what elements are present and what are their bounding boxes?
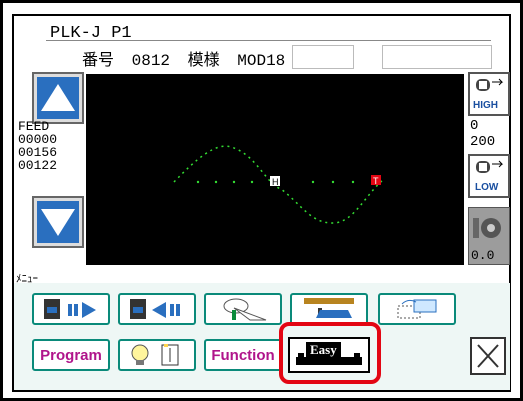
pattern-preview: H T: [86, 74, 464, 265]
gauge-value: 0.0: [471, 248, 495, 263]
scroll-down-button[interactable]: [32, 196, 84, 248]
number-value: 0812: [131, 52, 171, 70]
start-marker: H: [272, 177, 279, 187]
info-box-a: [292, 45, 354, 69]
menu-label: ﾒﾆｭｰ: [16, 273, 38, 285]
copy-icon: [397, 299, 437, 319]
clip-icon: [161, 344, 179, 366]
feed-backward-icon: [130, 299, 180, 319]
function-label: Function: [211, 346, 275, 364]
bobbin-gauge: 0.0: [468, 207, 510, 265]
scroll-up-button[interactable]: [32, 72, 84, 124]
speed-low-button[interactable]: LOW: [468, 154, 510, 198]
close-icon: [477, 344, 499, 368]
info-box-b: [382, 45, 492, 69]
copy-button[interactable]: [378, 293, 456, 325]
info-bar: 番号 0812 模様 MOD18: [82, 46, 293, 70]
pattern-label: 模様: [187, 52, 220, 70]
edit-shape-button[interactable]: [204, 293, 282, 325]
svg-text:LOW: LOW: [475, 182, 499, 193]
sewing-machine-icon: [296, 353, 362, 365]
function-button[interactable]: Function: [204, 339, 282, 371]
bulb-clip-icons: [131, 344, 179, 366]
end-marker: T: [373, 176, 379, 186]
title-divider: [46, 40, 491, 41]
measure-icon: [304, 298, 354, 318]
edit-shape-icon: [223, 298, 267, 321]
program-label: Program: [40, 346, 102, 364]
speed-low-icon: LOW: [475, 160, 504, 193]
up-arrow-icon: [37, 77, 79, 119]
easy-button[interactable]: Easy: [288, 337, 370, 373]
bulb-clip-button[interactable]: [118, 339, 196, 371]
speed-high-icon: HIGH: [473, 78, 504, 111]
feed-forward-button[interactable]: [32, 293, 110, 325]
down-arrow-icon: [37, 201, 79, 243]
svg-text:HIGH: HIGH: [473, 100, 498, 111]
number-label: 番号: [82, 52, 115, 70]
bobbin-icon: [473, 218, 501, 238]
bulb-icon: [131, 344, 149, 365]
pattern-value: MOD18: [237, 52, 286, 70]
feed-readout: FEED 00000 00156 00122: [18, 120, 57, 172]
speed-high-button[interactable]: HIGH: [468, 72, 510, 116]
measure-button[interactable]: [290, 293, 368, 325]
program-button[interactable]: Program: [32, 339, 110, 371]
value-bottom: 200: [470, 134, 496, 150]
stitch-pattern: H T: [173, 145, 384, 224]
close-button[interactable]: [470, 337, 506, 375]
feed-forward-icon: [44, 299, 96, 319]
feed-value-3: 00122: [18, 158, 58, 173]
value-top: 0: [470, 118, 479, 134]
feed-backward-button[interactable]: [118, 293, 196, 325]
